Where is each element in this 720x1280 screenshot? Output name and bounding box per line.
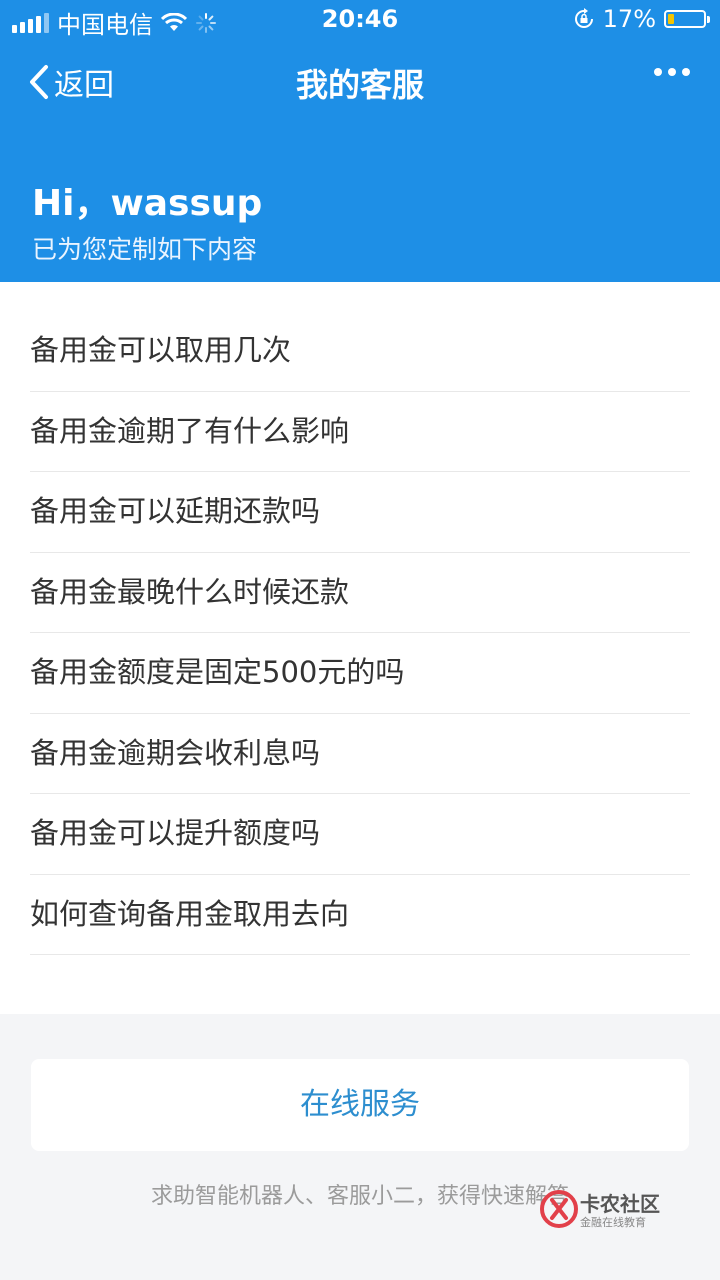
question-list: 备用金可以取用几次 备用金逾期了有什么影响 备用金可以延期还款吗 备用金最晚什么… xyxy=(30,311,690,955)
chevron-left-icon xyxy=(30,65,48,99)
question-item[interactable]: 备用金可以取用几次 xyxy=(30,311,690,392)
more-dot-icon xyxy=(682,68,690,76)
rotation-lock-icon xyxy=(574,8,593,28)
status-bar: 中国电信 20:46 17% xyxy=(0,0,720,39)
back-button[interactable]: 返回 xyxy=(28,60,114,104)
subtitle: 已为您定制如下内容 xyxy=(32,235,258,264)
back-label: 返回 xyxy=(54,68,114,103)
question-item[interactable]: 备用金额度是固定500元的吗 xyxy=(30,633,690,714)
more-button[interactable] xyxy=(654,68,690,76)
question-item[interactable]: 备用金可以提升额度吗 xyxy=(30,794,690,875)
online-service-button[interactable]: 在线服务 xyxy=(31,1059,689,1151)
watermark: 卡农社区 金融在线教育 xyxy=(540,1188,670,1232)
question-item[interactable]: 备用金最晚什么时候还款 xyxy=(30,553,690,633)
battery-fill xyxy=(668,14,674,24)
watermark-logo-icon xyxy=(540,1190,578,1228)
watermark-title: 卡农社区 xyxy=(580,1192,660,1216)
question-item[interactable]: 备用金逾期了有什么影响 xyxy=(30,392,690,472)
greeting: Hi，wassup xyxy=(32,183,263,224)
header: 返回 我的客服 Hi，wassup 已为您定制如下内容 xyxy=(0,38,720,282)
battery-percent: 17% xyxy=(602,5,656,33)
question-item[interactable]: 如何查询备用金取用去向 xyxy=(30,875,690,955)
battery-icon xyxy=(664,10,710,28)
more-dot-icon xyxy=(654,68,662,76)
question-item[interactable]: 备用金可以延期还款吗 xyxy=(30,472,690,553)
question-item[interactable]: 备用金逾期会收利息吗 xyxy=(30,714,690,794)
more-dot-icon xyxy=(668,68,676,76)
watermark-subtitle: 金融在线教育 xyxy=(580,1216,646,1229)
question-panel: 备用金可以取用几次 备用金逾期了有什么影响 备用金可以延期还款吗 备用金最晚什么… xyxy=(0,282,720,1014)
status-right: 17% xyxy=(573,5,710,33)
